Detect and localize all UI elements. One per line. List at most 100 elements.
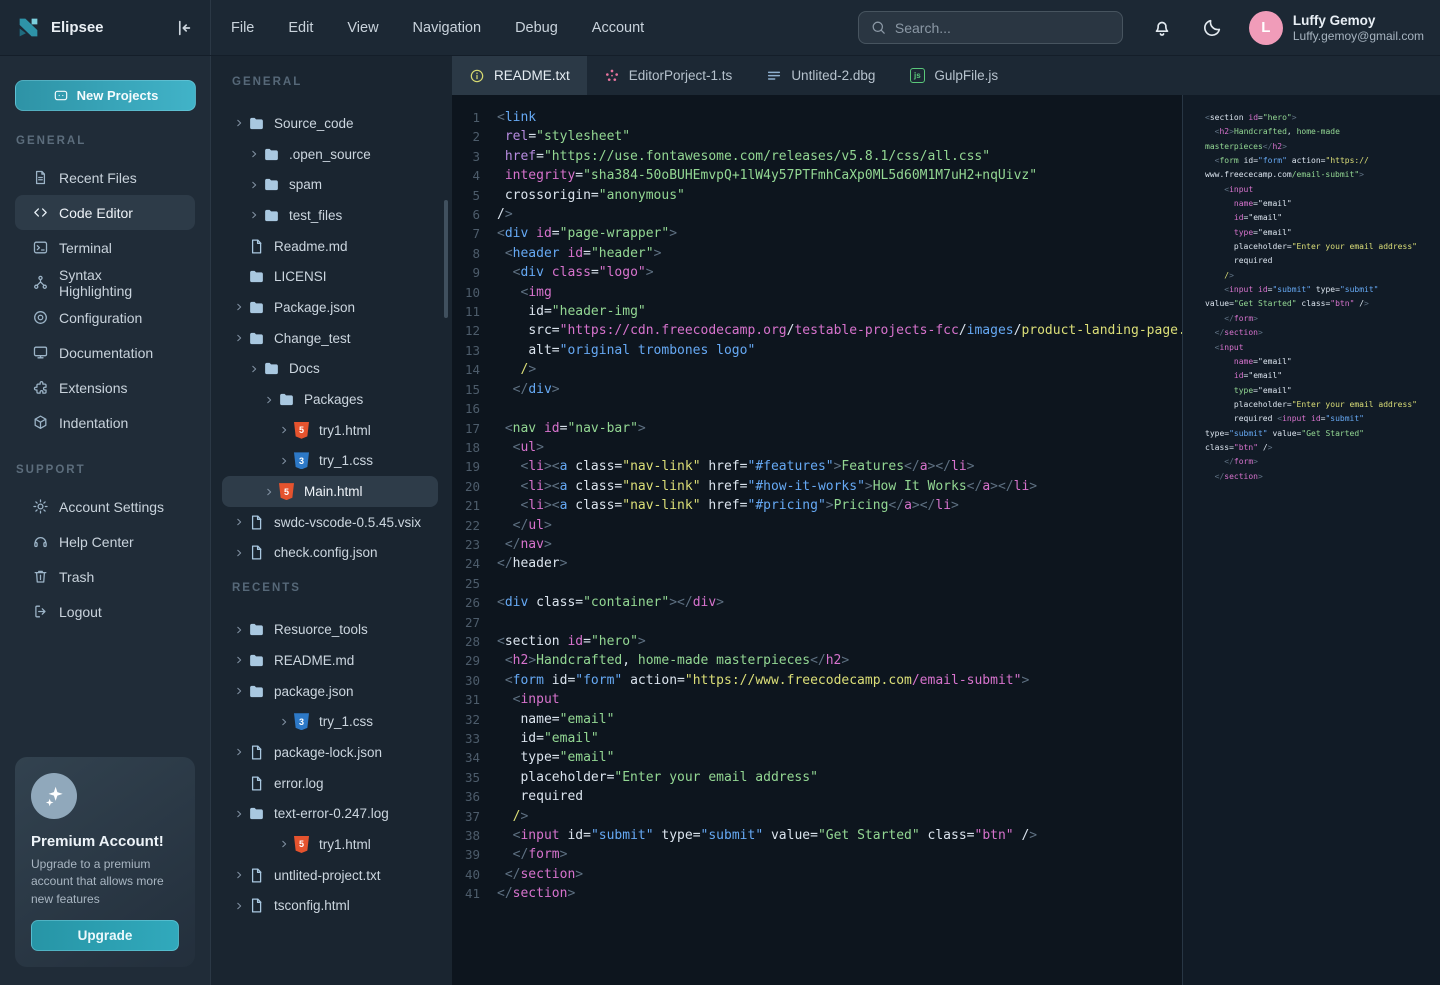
tree-item-docs[interactable]: Docs	[222, 354, 438, 385]
code-line: 41</section>	[452, 884, 1182, 903]
folder-icon	[248, 330, 265, 347]
code-line: 24</header>	[452, 554, 1182, 573]
tree-item-package-json[interactable]: Package.json	[222, 292, 438, 323]
line-number: 38	[452, 826, 480, 845]
tree-item-error-log[interactable]: error.log	[222, 768, 438, 799]
tree-item-packages[interactable]: Packages	[222, 384, 438, 415]
tree-item-try1-html[interactable]: 5try1.html	[222, 829, 438, 860]
new-projects-button[interactable]: New Projects	[15, 80, 196, 111]
code-line: 32 name="email"	[452, 710, 1182, 729]
tree-item-source-code[interactable]: Source_code	[222, 108, 438, 139]
monitor-icon	[32, 344, 49, 361]
tab-editorporject-1-ts[interactable]: EditorPorject-1.ts	[587, 56, 750, 95]
tree-item-untlited-project-txt[interactable]: untlited-project.txt	[222, 860, 438, 891]
code-line: 25	[452, 574, 1182, 593]
line-number: 29	[452, 651, 480, 670]
theme-toggle-button[interactable]	[1201, 17, 1223, 39]
tree-section-label-general: GENERAL	[232, 76, 452, 94]
sidebar-item-account-settings[interactable]: Account Settings	[15, 489, 195, 524]
menu-debug[interactable]: Debug	[515, 20, 558, 36]
menu-account[interactable]: Account	[592, 20, 644, 36]
line-number: 10	[452, 283, 480, 302]
sidebar-item-help-center[interactable]: Help Center	[15, 524, 195, 559]
tab-readme-txt[interactable]: README.txt	[452, 56, 587, 95]
tree-item-tsconfig-html[interactable]: tsconfig.html	[222, 891, 438, 922]
sidebar-item-documentation[interactable]: Documentation	[15, 335, 195, 370]
user-name: Luffy Gemoy	[1293, 12, 1424, 29]
tree-item-test-files[interactable]: test_files	[222, 200, 438, 231]
tree-item-label: try_1.css	[319, 453, 373, 468]
ts-dots-icon	[604, 68, 620, 84]
line-number: 12	[452, 321, 480, 340]
sidebar-item-label: Code Editor	[59, 205, 133, 221]
code-text: integrity="sha384-50oBUHEmvpQ+1lW4y57PTF…	[497, 166, 1037, 185]
tab-gulpfile-js[interactable]: jsGulpFile.js	[892, 56, 1015, 95]
tree-item-try-1-css[interactable]: 3try_1.css	[222, 446, 438, 477]
tree-item-spam[interactable]: spam	[222, 169, 438, 200]
line-number: 27	[452, 613, 480, 632]
sidebar-item-logout[interactable]: Logout	[15, 594, 195, 629]
sidebar-item-code-editor[interactable]: Code Editor	[15, 195, 195, 230]
minimap-line: placeholder="Enter your email address"	[1205, 398, 1434, 412]
tree-item-swdc-vscode-0-5-45-vsix[interactable]: swdc-vscode-0.5.45.vsix	[222, 507, 438, 538]
tree-item-licensi[interactable]: LICENSI	[222, 261, 438, 292]
code-text: name="email"	[497, 710, 614, 729]
minimap-line: <form id="form" action="https://	[1205, 154, 1434, 168]
sidebar-item-recent-files[interactable]: Recent Files	[15, 160, 195, 195]
line-number: 31	[452, 690, 480, 709]
tree-item-text-error-0-247-log[interactable]: text-error-0.247.log	[222, 798, 438, 829]
notifications-button[interactable]	[1151, 17, 1173, 39]
tree-item-label: package.json	[274, 684, 354, 699]
tree-item-readme-md[interactable]: Readme.md	[222, 231, 438, 262]
upgrade-button[interactable]: Upgrade	[31, 920, 179, 951]
dbg-lines-icon	[766, 68, 782, 84]
file-icon	[248, 867, 265, 884]
line-number: 8	[452, 244, 480, 263]
user-meta: Luffy Gemoy Luffy.gemoy@gmail.com	[1293, 12, 1424, 44]
menu-view[interactable]: View	[347, 20, 378, 36]
minimap-line: required <input id="submit"	[1205, 412, 1434, 426]
avatar[interactable]: L	[1249, 11, 1283, 45]
tree-item-change-test[interactable]: Change_test	[222, 323, 438, 354]
tree-item-label: Readme.md	[274, 239, 348, 254]
code-line: 12 src="https://cdn.freecodecamp.org/tes…	[452, 321, 1182, 340]
collapse-sidebar-button[interactable]	[172, 17, 194, 39]
tree-item-main-html[interactable]: 5Main.html	[222, 476, 438, 507]
tree-item-package-json[interactable]: package.json	[222, 676, 438, 707]
line-number: 3	[452, 147, 480, 166]
minimap-line: </section>	[1205, 326, 1434, 340]
menu-navigation[interactable]: Navigation	[413, 20, 482, 36]
tree-item-try-1-css[interactable]: 3try_1.css	[222, 706, 438, 737]
code-line: 2 rel="stylesheet"	[452, 127, 1182, 146]
message-icon	[53, 88, 69, 104]
menu-file[interactable]: File	[231, 20, 254, 36]
tree-item-label: try1.html	[319, 423, 371, 438]
tree-item-check-config-json[interactable]: check.config.json	[222, 538, 438, 569]
folder-icon	[248, 805, 265, 822]
trash-icon	[32, 568, 49, 585]
tree-scrollbar[interactable]	[444, 200, 448, 318]
code-line: 34 type="email"	[452, 748, 1182, 767]
tree-item-label: text-error-0.247.log	[274, 806, 389, 821]
topbar: Elipsee FileEditViewNavigationDebugAccou…	[0, 0, 1440, 56]
tree-item-try1-html[interactable]: 5try1.html	[222, 415, 438, 446]
sidebar-item-syntax-highlighting[interactable]: Syntax Highlighting	[15, 265, 195, 300]
code-text: <ul>	[497, 438, 544, 457]
menu-edit[interactable]: Edit	[288, 20, 313, 36]
tree-item-resuorce-tools[interactable]: Resuorce_tools	[222, 614, 438, 645]
tab-untlited-2-dbg[interactable]: Untlited-2.dbg	[749, 56, 892, 95]
search-input[interactable]	[895, 20, 1111, 36]
sidebar-item-terminal[interactable]: Terminal	[15, 230, 195, 265]
tree-item-open-source[interactable]: .open_source	[222, 139, 438, 170]
tree-item-readme-md[interactable]: README.md	[222, 645, 438, 676]
sidebar-item-label: Trash	[59, 569, 94, 585]
sidebar-item-configuration[interactable]: Configuration	[15, 300, 195, 335]
sidebar-item-indentation[interactable]: Indentation	[15, 405, 195, 440]
line-number: 4	[452, 166, 480, 185]
sidebar-item-label: Extensions	[59, 380, 127, 396]
tree-item-package-lock-json[interactable]: package-lock.json	[222, 737, 438, 768]
sidebar-item-extensions[interactable]: Extensions	[15, 370, 195, 405]
code-line: 33 id="email"	[452, 729, 1182, 748]
sidebar-item-trash[interactable]: Trash	[15, 559, 195, 594]
headset-icon	[32, 533, 49, 550]
